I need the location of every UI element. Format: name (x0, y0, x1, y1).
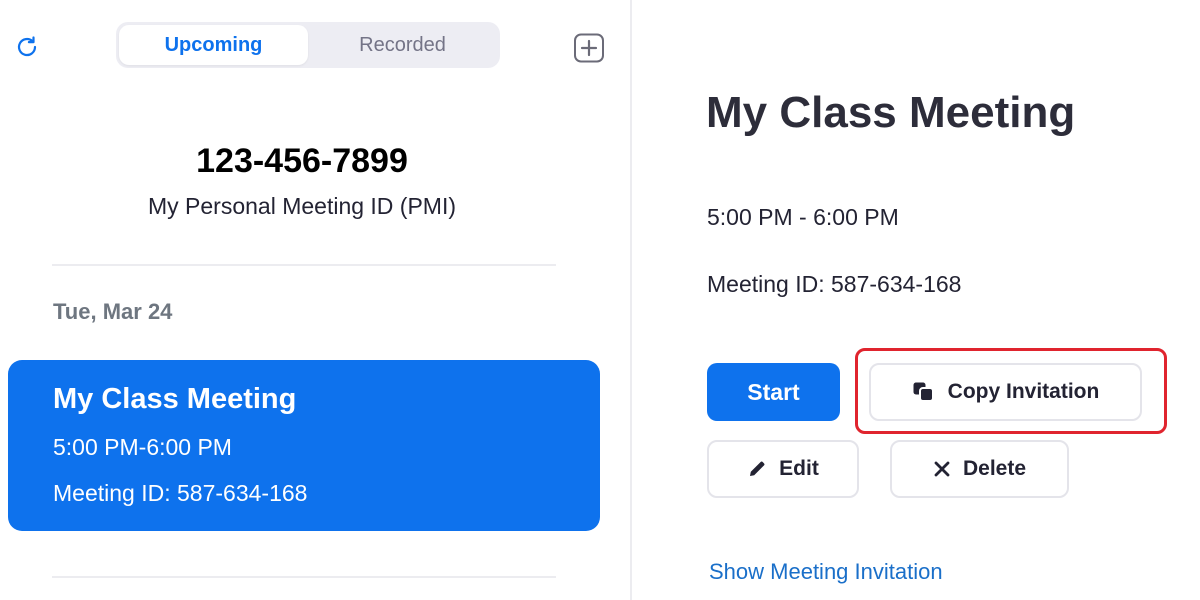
personal-meeting-id-number: 123-456-7899 (196, 142, 408, 180)
meeting-list-item-selected[interactable]: My Class Meeting 5:00 PM-6:00 PM Meeting… (8, 360, 600, 531)
meeting-item-id: Meeting ID: 587-634-168 (53, 480, 308, 506)
meeting-item-title: My Class Meeting (53, 383, 297, 415)
delete-label: Delete (962, 457, 1027, 480)
close-icon (933, 460, 951, 478)
meetings-tab-switcher: Upcoming Recorded (116, 22, 500, 68)
refresh-icon (17, 36, 37, 57)
pencil-icon (747, 459, 767, 479)
personal-meeting-id-label: My Personal Meeting ID (PMI) (147, 193, 457, 219)
meeting-detail-id: Meeting ID: 587-634-168 (707, 271, 962, 297)
delete-button[interactable]: Delete (890, 440, 1069, 498)
copy-invitation-button[interactable]: Copy Invitation (869, 363, 1142, 421)
edit-button[interactable]: Edit (707, 440, 859, 498)
refresh-button[interactable] (12, 32, 42, 62)
tab-recorded[interactable]: Recorded (308, 25, 497, 65)
meeting-item-time: 5:00 PM-6:00 PM (53, 434, 232, 460)
start-button[interactable]: Start (707, 363, 840, 421)
meetings-list-panel: Upcoming Recorded 123-456-7899 My Person… (0, 0, 630, 600)
add-meeting-icon (574, 33, 604, 63)
date-header: Tue, Mar 24 (53, 299, 173, 324)
tab-upcoming[interactable]: Upcoming (119, 25, 308, 65)
edit-label: Edit (779, 457, 819, 480)
copy-icon (912, 381, 936, 403)
meeting-detail-panel: My Class Meeting 5:00 PM - 6:00 PM Meeti… (632, 0, 1200, 600)
start-button-label: Start (747, 378, 800, 405)
divider (52, 576, 556, 578)
meeting-detail-title: My Class Meeting (706, 88, 1076, 137)
meeting-detail-time: 5:00 PM - 6:00 PM (707, 204, 899, 230)
copy-invitation-label: Copy Invitation (947, 380, 1100, 403)
add-meeting-button[interactable] (572, 32, 606, 64)
show-meeting-invitation-link[interactable]: Show Meeting Invitation (709, 559, 943, 585)
divider (52, 264, 556, 266)
